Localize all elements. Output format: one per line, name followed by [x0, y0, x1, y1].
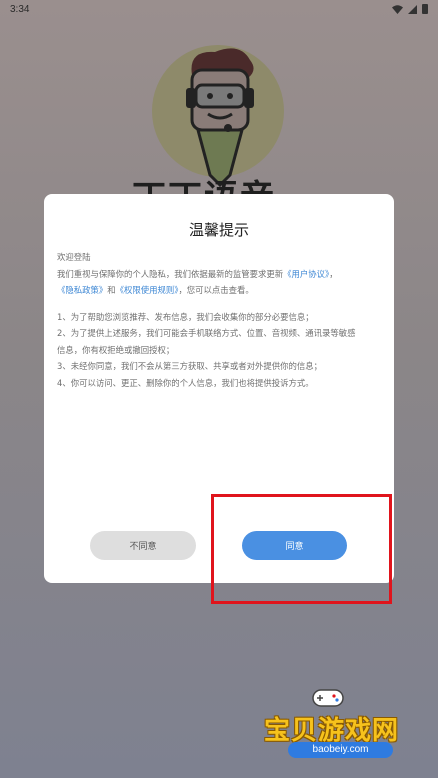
permission-rules-link[interactable]: 《权限使用规则》 — [116, 285, 179, 295]
list-item: 信息，你有权拒绝或撤回授权； — [57, 344, 175, 355]
status-time: 3:34 — [10, 4, 30, 15]
highlight-annotation-box — [211, 494, 392, 604]
signal-icon — [408, 4, 417, 14]
privacy-policy-link[interactable]: 《隐私政策》 — [57, 285, 107, 295]
greeting-text: 欢迎登陆 — [57, 252, 91, 262]
list-item: 4、你可以访问、更正、删除你的个人信息，我们也将提供投诉方式。 — [57, 377, 314, 388]
dialog-body: 欢迎登陆 我们重视与保障你的个人隐私，我们依据最新的监管要求更新《用户协议》， 《… — [57, 249, 383, 391]
list-item: 1、为了帮助您浏览推荐、发布信息，我们会收集你的部分必要信息； — [57, 311, 314, 322]
disagree-button[interactable]: 不同意 — [90, 531, 196, 560]
wifi-icon — [392, 4, 403, 14]
watermark-url: baobeiy.com — [288, 742, 393, 758]
intro-text-1: 我们重视与保障你的个人隐私，我们依据最新的监管要求更新 — [57, 268, 284, 279]
list-item: 3、未经你同意，我们不会从第三方获取、共享或者对外提供你的信息； — [57, 361, 322, 371]
dialog-title: 温馨提示 — [188, 221, 249, 239]
mascot-logo-icon — [186, 48, 254, 188]
intro-text-2: ， — [329, 268, 338, 279]
user-agreement-link[interactable]: 《用户协议》 — [283, 269, 329, 279]
intro-paragraph: 我们重视与保障你的个人隐私，我们依据最新的监管要求更新《用户协议》， 《隐私政策》… — [57, 266, 383, 299]
intro-text-4: ，您可以点击查看。 — [178, 285, 254, 295]
gamepad-icon — [312, 689, 344, 707]
battery-icon — [422, 4, 428, 14]
list-item: 2、为了提供上述服务，我们可能会手机联络方式、位置、音视频、通讯录等敏感 — [57, 328, 356, 338]
status-icons — [392, 4, 428, 14]
site-watermark: 宝贝游戏网 baobeiy.com — [258, 680, 433, 775]
status-bar: 3:34 — [0, 0, 438, 20]
intro-text-3: 和 — [107, 285, 116, 295]
